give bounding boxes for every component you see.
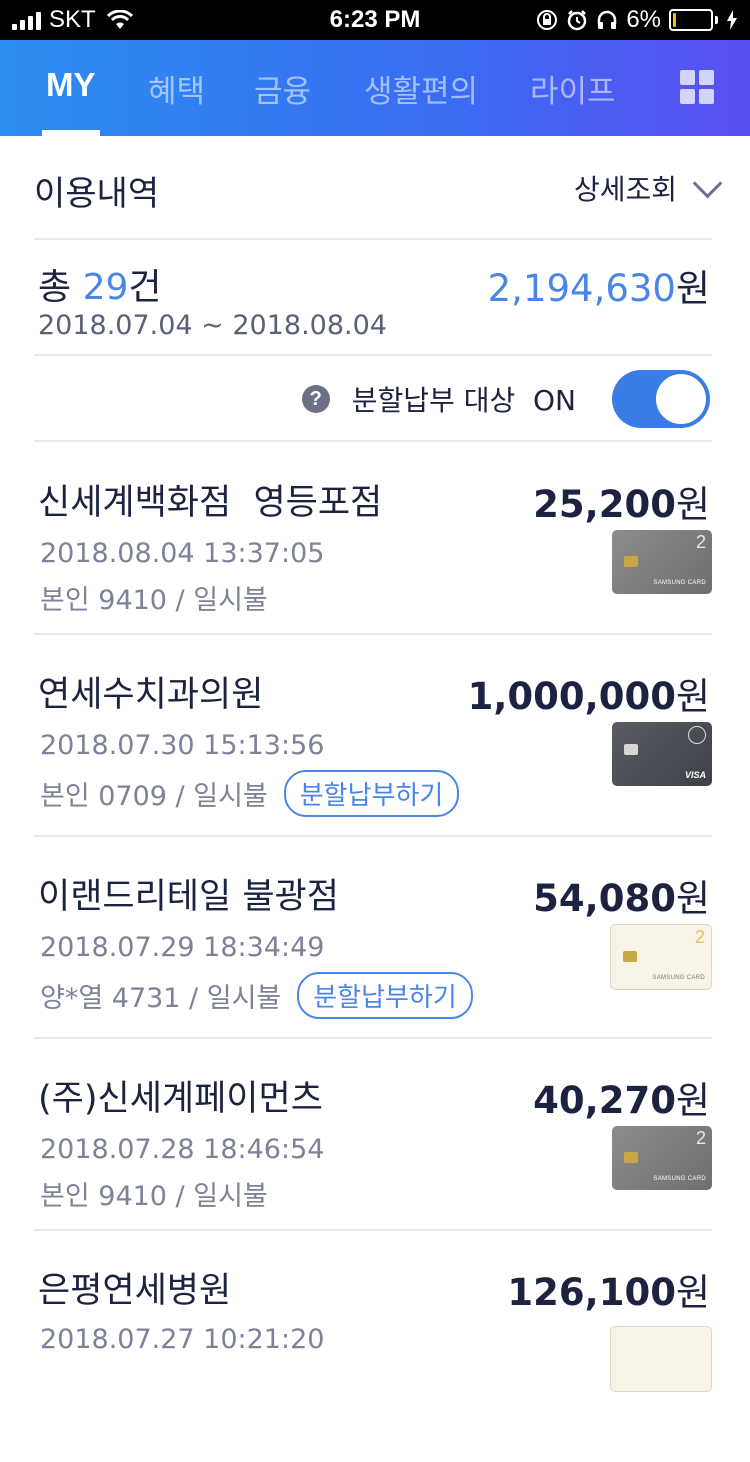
charging-bolt-icon	[727, 10, 737, 30]
battery-percent: 6%	[626, 6, 661, 33]
status-bar: SKT 6:23 PM 6%	[0, 0, 750, 40]
total-count: 총 29건	[38, 258, 162, 310]
total-count-value: 29	[82, 267, 129, 308]
divider	[34, 1229, 712, 1231]
tab-finance[interactable]: 금융	[254, 66, 311, 111]
merchant-name: 은평연세병원	[38, 1271, 232, 1311]
transaction-amount: 40,270원	[533, 1070, 710, 1124]
card-thumbnail: VISA	[612, 722, 712, 786]
amount-value: 126,100	[507, 1271, 676, 1314]
divider	[34, 633, 712, 635]
card-number-mark: 2	[694, 927, 705, 947]
currency-label: 원	[675, 877, 710, 920]
card-chip-icon	[623, 951, 637, 962]
tab-convenience[interactable]: 생활편의	[364, 66, 478, 111]
currency-label: 원	[675, 675, 710, 718]
card-brand: SAMSUNG CARD	[652, 975, 705, 981]
card-chip-icon	[624, 556, 638, 567]
split-payment-button[interactable]: 분할납부하기	[283, 770, 460, 817]
transaction-detail-row: 양*열 4731 / 일시불 분할납부하기	[40, 972, 473, 1019]
list-item[interactable]: 은평연세병원 126,100원 2018.07.27 10:21:20	[0, 1262, 750, 1462]
list-item[interactable]: 신세계백화점 영등포점 25,200원 2018.08.04 13:37:05 …	[0, 474, 750, 674]
installment-filter-label: 분할납부 대상 ON	[351, 384, 576, 417]
installment-filter: ? 분할납부 대상 ON	[301, 370, 710, 428]
active-tab-indicator	[42, 130, 100, 136]
amount-value: 54,080	[533, 877, 676, 920]
transaction-datetime: 2018.07.28 18:46:54	[40, 1134, 325, 1165]
transaction-datetime: 2018.07.30 15:13:56	[40, 730, 325, 761]
status-right: 6%	[536, 6, 738, 34]
divider	[34, 238, 712, 240]
transaction-amount: 25,200원	[533, 474, 710, 528]
total-amount: 2,194,630원	[488, 258, 710, 312]
card-brand: SAMSUNG CARD	[653, 580, 706, 586]
card-chip-icon	[624, 1152, 638, 1163]
split-payment-button[interactable]: 분할납부하기	[297, 972, 473, 1019]
alarm-icon	[568, 10, 587, 31]
help-icon[interactable]: ?	[301, 385, 330, 413]
amount-value: 25,200	[533, 483, 676, 526]
toggle-knob	[656, 374, 706, 424]
total-suffix: 건	[128, 267, 162, 308]
transaction-detail-row: 본인 9410 / 일시불	[40, 1174, 268, 1213]
transaction-detail-row: 본인 0709 / 일시불 분할납부하기	[40, 770, 460, 817]
currency-label: 원	[675, 267, 710, 310]
currency-label: 원	[675, 1079, 710, 1122]
card-brand: VISA	[684, 770, 706, 780]
tab-life[interactable]: 라이프	[530, 66, 616, 111]
merchant-name: (주)신세계페이먼츠	[38, 1079, 323, 1119]
battery-icon	[669, 9, 718, 31]
divider	[34, 835, 712, 837]
tab-benefits[interactable]: 혜택	[148, 66, 205, 111]
rotation-lock-icon	[537, 10, 558, 30]
total-amount-value: 2,194,630	[487, 267, 676, 310]
top-tab-bar: MY 혜택 금융 생활편의 라이프	[0, 40, 750, 136]
transaction-detail: 본인 9410 / 일시불	[40, 585, 268, 616]
detail-view-label: 상세조회	[573, 173, 677, 206]
list-item[interactable]: (주)신세계페이먼츠 40,270원 2018.07.28 18:46:54 본…	[0, 1070, 750, 1270]
transaction-detail-row: 본인 9410 / 일시불	[40, 578, 268, 617]
currency-label: 원	[675, 1271, 710, 1314]
tab-my[interactable]: MY	[46, 66, 96, 104]
transaction-amount: 126,100원	[507, 1262, 710, 1316]
transaction-datetime: 2018.07.27 10:21:20	[40, 1324, 325, 1355]
divider	[34, 440, 712, 442]
card-number-mark: 2	[695, 532, 706, 552]
transaction-detail: 양*열 4731 / 일시불	[40, 983, 282, 1014]
installment-toggle[interactable]	[612, 370, 710, 428]
card-thumbnail	[610, 1326, 712, 1392]
divider	[34, 1037, 712, 1039]
amount-value: 40,270	[533, 1079, 676, 1122]
card-brand: SAMSUNG CARD	[653, 1176, 706, 1182]
merchant-name: 이랜드리테일 불광점	[38, 877, 339, 917]
divider	[34, 354, 712, 356]
all-menu-grid-icon[interactable]	[680, 70, 714, 104]
merchant-name: 신세계백화점 영등포점	[38, 483, 383, 523]
period-range: 2018.07.04 ~ 2018.08.04	[38, 310, 387, 341]
transaction-amount: 1,000,000원	[468, 666, 710, 720]
transaction-datetime: 2018.08.04 13:37:05	[40, 538, 325, 569]
card-thumbnail: 2 SAMSUNG CARD	[610, 924, 712, 990]
chevron-down-icon	[692, 168, 723, 198]
currency-label: 원	[675, 483, 710, 526]
transaction-datetime: 2018.07.29 18:34:49	[40, 932, 325, 963]
card-thumbnail: 2 SAMSUNG CARD	[612, 530, 712, 594]
merchant-name: 연세수치과의원	[38, 675, 264, 715]
transaction-detail: 본인 9410 / 일시불	[40, 1181, 268, 1212]
card-number-mark: 2	[695, 1128, 706, 1148]
transaction-amount: 54,080원	[533, 868, 710, 922]
card-chip-icon	[624, 744, 638, 755]
page-title: 이용내역	[34, 174, 160, 214]
total-prefix: 총	[38, 267, 72, 308]
headphones-icon	[598, 10, 617, 29]
amount-value: 1,000,000	[467, 675, 676, 718]
detail-view-button[interactable]: 상세조회	[573, 168, 723, 208]
transaction-detail: 본인 0709 / 일시불	[40, 781, 268, 812]
card-thumbnail: 2 SAMSUNG CARD	[612, 1126, 712, 1190]
card-ring-icon	[688, 726, 706, 744]
